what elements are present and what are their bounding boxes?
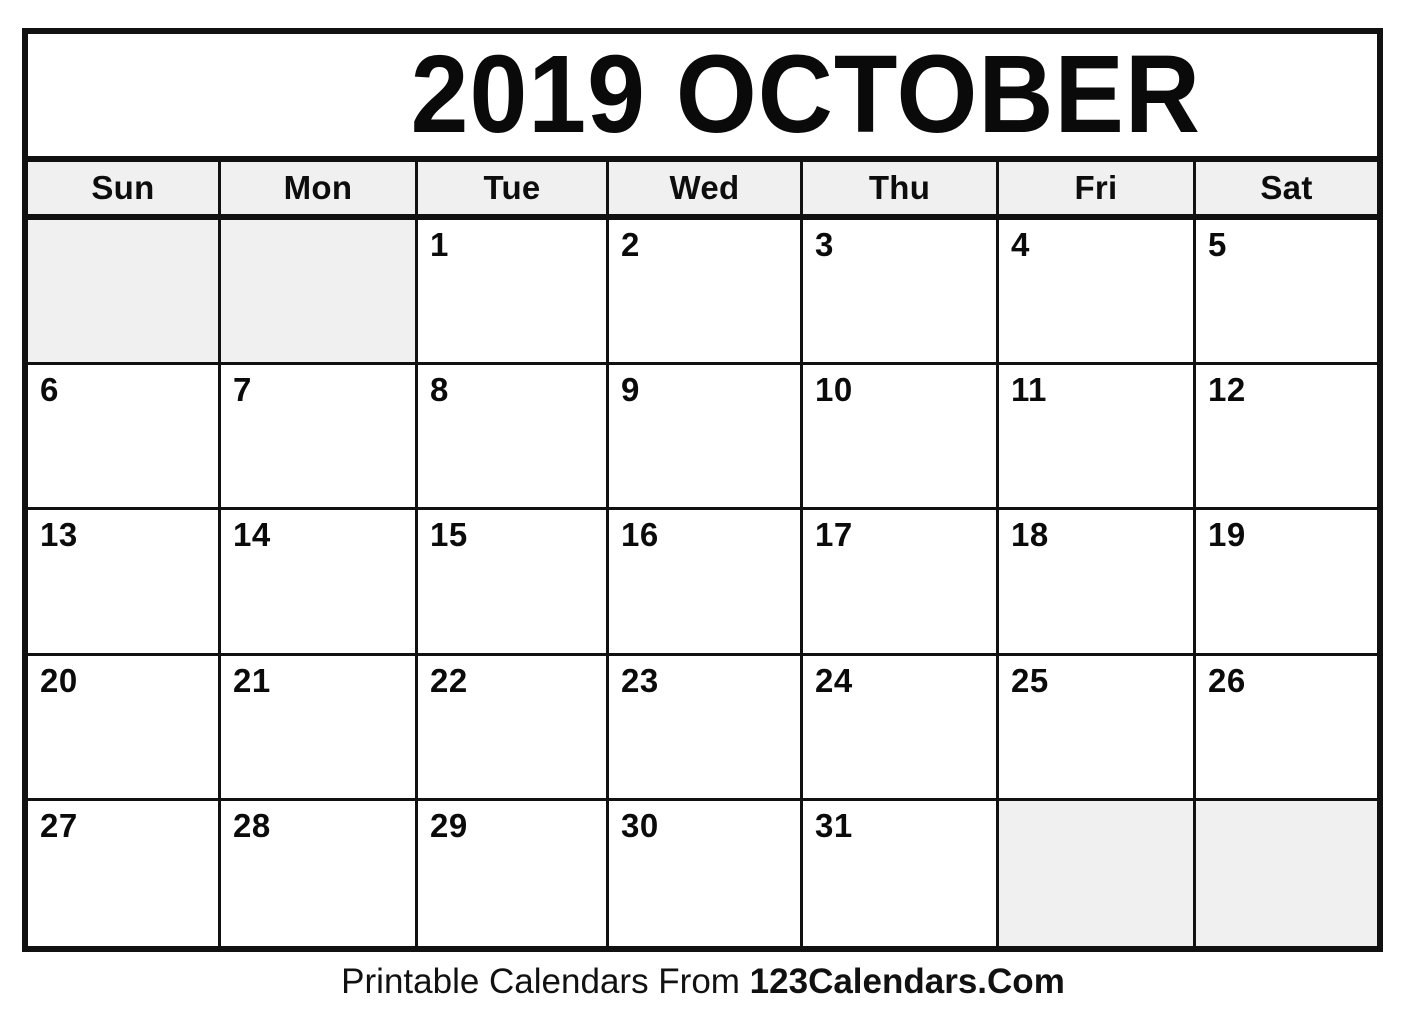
day-cell[interactable]: 19 (1196, 510, 1377, 656)
day-cell[interactable]: 6 (28, 365, 221, 511)
footer-attribution: Printable Calendars From 123Calendars.Co… (0, 962, 1406, 1002)
weekday-header-sun: Sun (28, 162, 221, 214)
weekday-header-label: Wed (669, 169, 740, 206)
day-number: 9 (621, 371, 640, 409)
day-cell[interactable]: 23 (609, 655, 803, 801)
calendar-title-band: 2019 OCTOBER (28, 34, 1377, 162)
calendar-page: 2019 OCTOBER Sun Mon Tue Wed Thu Fri Sat 12345… (0, 0, 1406, 1017)
day-number: 13 (40, 516, 78, 554)
day-cell[interactable]: 4 (999, 220, 1196, 366)
day-number: 30 (621, 806, 659, 844)
weekday-header-fri: Fri (999, 162, 1196, 214)
day-number: 28 (233, 806, 271, 844)
day-cell[interactable]: 30 (609, 800, 803, 946)
day-cell-empty (221, 220, 418, 366)
day-cell[interactable]: 15 (418, 510, 609, 656)
day-number: 22 (430, 661, 468, 699)
day-cell[interactable]: 2 (609, 220, 803, 366)
day-cell[interactable]: 9 (609, 365, 803, 511)
day-cell[interactable]: 13 (28, 510, 221, 656)
day-cell[interactable]: 14 (221, 510, 418, 656)
day-cell[interactable]: 5 (1196, 220, 1377, 366)
day-number: 15 (430, 516, 468, 554)
day-number: 31 (815, 806, 853, 844)
weekday-header-mon: Mon (221, 162, 418, 214)
day-number: 29 (430, 806, 468, 844)
day-number: 7 (233, 371, 252, 409)
weekday-header-label: Tue (483, 169, 541, 206)
day-cell[interactable]: 16 (609, 510, 803, 656)
day-cell[interactable]: 31 (803, 800, 999, 946)
day-cell[interactable]: 11 (999, 365, 1196, 511)
weekday-header-label: Thu (868, 169, 931, 206)
day-number: 24 (815, 661, 853, 699)
day-number: 20 (40, 661, 78, 699)
day-number: 6 (40, 371, 59, 409)
weekday-header-label: Sat (1260, 169, 1313, 206)
weekday-header-tue: Tue (418, 162, 609, 214)
day-cell-empty (28, 220, 221, 366)
weekday-header-label: Fri (1074, 169, 1118, 206)
day-number: 17 (815, 516, 853, 554)
day-cell[interactable]: 20 (28, 655, 221, 801)
day-number: 27 (40, 806, 78, 844)
weekday-header-label: Mon (283, 169, 353, 206)
day-cell[interactable]: 8 (418, 365, 609, 511)
day-cell[interactable]: 28 (221, 800, 418, 946)
day-cell[interactable]: 24 (803, 655, 999, 801)
day-cell[interactable]: 7 (221, 365, 418, 511)
day-cell[interactable]: 10 (803, 365, 999, 511)
day-cell[interactable]: 25 (999, 655, 1196, 801)
day-cell[interactable]: 26 (1196, 655, 1377, 801)
day-number: 4 (1011, 226, 1030, 263)
day-cell[interactable]: 22 (418, 655, 609, 801)
day-number: 19 (1208, 516, 1246, 554)
day-number: 16 (621, 516, 659, 554)
day-number: 1 (430, 226, 449, 263)
day-number: 18 (1011, 516, 1049, 554)
day-number: 11 (1011, 371, 1047, 409)
day-cell[interactable]: 12 (1196, 365, 1377, 511)
day-grid: 1 2 3 4 5 6 7 8 9 10 11 12 13 14 15 16 17 18 19 20 21 22 23 24 2… (28, 220, 1377, 946)
weekday-header-row: Sun Mon Tue Wed Thu Fri Sat (28, 162, 1377, 220)
day-number: 21 (233, 661, 271, 699)
day-number: 14 (233, 516, 271, 554)
weekday-header-label: Sun (91, 169, 155, 206)
day-cell[interactable]: 18 (999, 510, 1196, 656)
day-cell[interactable]: 3 (803, 220, 999, 366)
day-number: 10 (815, 371, 853, 409)
page-title: 2019 OCTOBER (410, 34, 1201, 157)
day-number: 26 (1208, 661, 1246, 699)
day-cell[interactable]: 21 (221, 655, 418, 801)
footer-brand-link[interactable]: 123Calendars.Com (750, 962, 1065, 1001)
day-cell-empty (1196, 800, 1377, 946)
weekday-header-wed: Wed (609, 162, 803, 214)
day-number: 5 (1208, 226, 1227, 263)
day-cell[interactable]: 17 (803, 510, 999, 656)
day-number: 23 (621, 661, 659, 699)
day-number: 25 (1011, 661, 1049, 699)
day-number: 8 (430, 371, 449, 409)
calendar-frame: 2019 OCTOBER Sun Mon Tue Wed Thu Fri Sat 12345… (22, 28, 1383, 952)
day-cell[interactable]: 29 (418, 800, 609, 946)
footer-prefix-text: Printable Calendars From (341, 962, 750, 1001)
day-number: 2 (621, 226, 640, 263)
weekday-header-thu: Thu (803, 162, 999, 214)
day-cell[interactable]: 1 (418, 220, 609, 366)
day-number: 12 (1208, 371, 1246, 409)
day-number: 3 (815, 226, 834, 263)
day-cell-empty (999, 800, 1196, 946)
day-cell[interactable]: 27 (28, 800, 221, 946)
weekday-header-sat: Sat (1196, 162, 1377, 214)
